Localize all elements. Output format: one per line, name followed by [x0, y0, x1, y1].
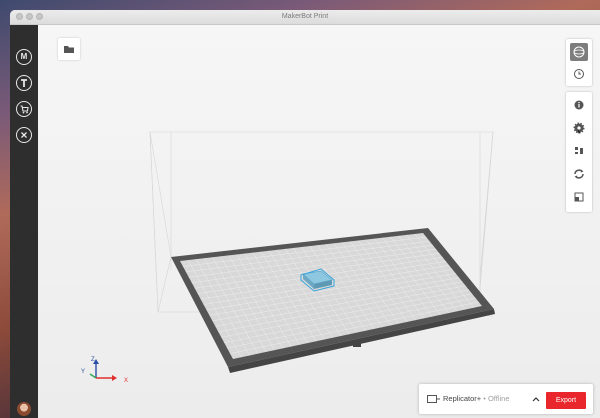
scale-icon — [574, 192, 584, 202]
export-button[interactable]: Export — [546, 392, 586, 409]
store-button[interactable] — [16, 101, 32, 117]
info-button[interactable] — [570, 96, 588, 114]
scale-button[interactable] — [570, 188, 588, 206]
info-icon — [574, 100, 584, 110]
window-title: MakerBot Print — [281, 13, 329, 20]
view-toolbar — [566, 39, 592, 86]
settings-icon — [573, 122, 585, 134]
chevron-up-icon[interactable] — [531, 393, 541, 405]
printer-status: • Offline — [481, 394, 510, 403]
rotate-button[interactable] — [570, 165, 588, 183]
tools-button[interactable] — [16, 127, 32, 143]
build-plate-viewport[interactable]: Z Y X Replicator+ • Offline Export — [38, 25, 600, 418]
axis-z-label: Z — [91, 357, 95, 363]
thingiverse-button[interactable]: T — [16, 75, 32, 91]
left-sidebar: M T — [10, 25, 38, 418]
rotate-icon — [574, 169, 584, 179]
arrange-button[interactable] — [570, 142, 588, 160]
makerbot-logo-icon: M — [20, 52, 28, 61]
globe-view-icon — [573, 46, 585, 58]
cart-icon — [20, 105, 29, 114]
axis-x-label: X — [124, 378, 128, 384]
tool-toolbar — [566, 92, 592, 212]
settings-button[interactable] — [570, 119, 588, 137]
printer-icon — [427, 395, 440, 403]
arrange-icon — [575, 147, 583, 154]
axis-y-label: Y — [81, 369, 85, 375]
title-bar: MakerBot Print — [10, 10, 600, 25]
history-button[interactable] — [570, 65, 588, 83]
print-bar: Replicator+ • Offline Export — [419, 384, 593, 414]
printer-name: Replicator+ — [443, 394, 482, 403]
user-avatar[interactable] — [17, 402, 31, 416]
printer-selector[interactable]: Replicator+ • Offline — [443, 384, 510, 414]
wrench-icon — [21, 132, 27, 138]
makerbot-home-button[interactable]: M — [16, 49, 32, 65]
history-icon — [574, 69, 584, 79]
app-window: MakerBot Print M T — [10, 10, 600, 418]
build-volume-scene: Z Y X — [81, 131, 495, 384]
axis-gizmo: Z Y X — [81, 357, 128, 384]
view-mode-button[interactable] — [570, 43, 588, 61]
